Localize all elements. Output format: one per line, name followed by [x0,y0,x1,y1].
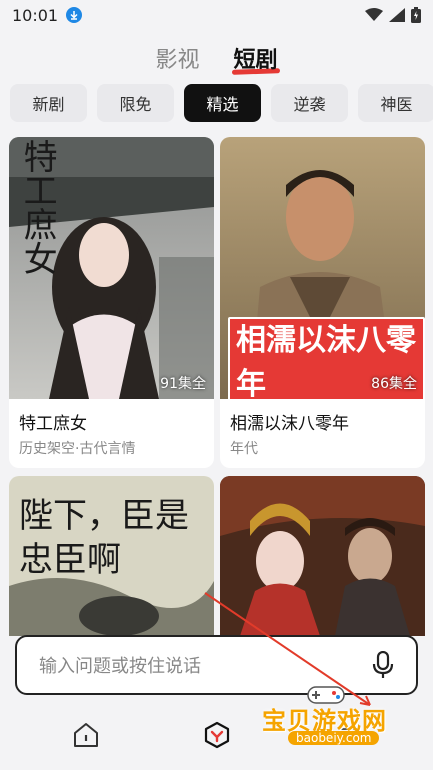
discover-icon[interactable] [197,715,237,755]
poster-title-text: 特工庶女 [17,139,58,275]
chip-new[interactable]: 新剧 [10,84,87,122]
poster-image: 特工庶女 91集全 [9,137,214,399]
drama-card[interactable]: 特工庶女 91集全 特工庶女 历史架空·古代言情 [9,137,214,468]
microphone-icon[interactable] [372,651,394,679]
category-chips: 新剧 限免 精选 逆袭 神医 [10,84,433,122]
status-bar: 10:01 [0,0,433,30]
episode-count: 91集全 [160,376,206,392]
search-bar[interactable]: 输入问题或按住说话 [15,635,418,695]
card-title: 相濡以沫八零年 [230,414,349,434]
chip-free[interactable]: 限免 [97,84,174,122]
chip-featured[interactable]: 精选 [184,84,261,122]
battery-icon [411,7,421,23]
poster-image: 相濡以沫八零年 86集全 [220,137,425,399]
tab-short-drama[interactable]: 短剧 [234,42,278,74]
drama-card[interactable]: 陛下，臣是忠臣啊 [9,476,214,636]
status-time: 10:01 [12,5,59,25]
wifi-icon [365,8,383,21]
search-placeholder: 输入问题或按住说话 [39,656,201,677]
top-tabs: 影视 短剧 [0,38,433,78]
card-title: 特工庶女 [19,414,87,434]
home-icon[interactable] [66,715,106,755]
menu-icon[interactable] [328,715,368,755]
signal-icon [389,8,405,22]
drama-card[interactable] [220,476,425,636]
card-tags: 历史架空·古代言情 [19,441,136,457]
chip-doctor[interactable]: 神医 [358,84,433,122]
download-icon [66,7,83,23]
drama-card[interactable]: 相濡以沫八零年 86集全 相濡以沫八零年 年代 [220,137,425,468]
card-tags: 年代 [230,441,258,457]
tab-movies[interactable]: 影视 [155,42,199,74]
poster-image [220,476,425,636]
poster-title-text: 陛下，臣是忠臣啊 [19,496,189,581]
poster-image: 陛下，臣是忠臣啊 [9,476,214,636]
bottom-nav [0,700,433,770]
episode-count: 86集全 [371,376,417,392]
chip-comeback[interactable]: 逆袭 [271,84,348,122]
